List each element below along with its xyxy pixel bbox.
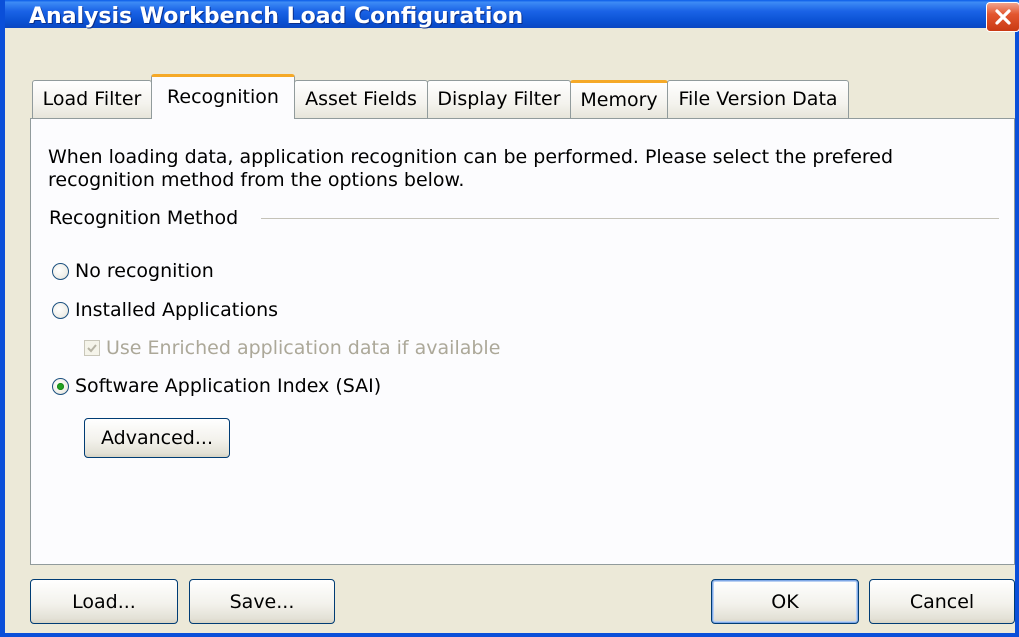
tab-label: File Version Data bbox=[678, 88, 838, 110]
close-button[interactable] bbox=[986, 2, 1019, 32]
tab-asset-fields[interactable]: Asset Fields bbox=[294, 80, 428, 118]
tab-label: Memory bbox=[580, 89, 658, 111]
tab-display-filter[interactable]: Display Filter bbox=[427, 80, 571, 118]
load-button-label: Load... bbox=[72, 590, 136, 613]
checkbox-icon[interactable] bbox=[84, 340, 100, 356]
group-label: Recognition Method bbox=[49, 207, 239, 229]
radio-no-recognition[interactable]: No recognition bbox=[52, 260, 214, 282]
close-icon bbox=[993, 7, 1013, 27]
tab-label: Asset Fields bbox=[305, 88, 417, 110]
tab-recognition[interactable]: Recognition bbox=[151, 74, 295, 119]
group-divider bbox=[261, 218, 999, 219]
radio-sai[interactable]: Software Application Index (SAI) bbox=[52, 375, 381, 397]
radio-installed-applications[interactable]: Installed Applications bbox=[52, 299, 278, 321]
checkbox-label: Use Enriched application data if availab… bbox=[106, 337, 501, 359]
ok-button[interactable]: OK bbox=[711, 579, 859, 624]
tab-memory[interactable]: Memory bbox=[570, 80, 668, 118]
tab-file-version-data[interactable]: File Version Data bbox=[667, 80, 849, 118]
radio-label: No recognition bbox=[75, 260, 214, 282]
tab-label: Load Filter bbox=[42, 88, 142, 110]
load-button[interactable]: Load... bbox=[30, 579, 178, 624]
tab-load-filter[interactable]: Load Filter bbox=[32, 80, 152, 118]
cancel-button-label: Cancel bbox=[909, 590, 975, 613]
recognition-panel: When loading data, application recogniti… bbox=[30, 118, 1015, 565]
ok-button-label: OK bbox=[771, 590, 799, 613]
cancel-button[interactable]: Cancel bbox=[869, 579, 1015, 624]
radio-icon[interactable] bbox=[52, 301, 69, 319]
radio-icon[interactable] bbox=[52, 262, 69, 280]
radio-label: Software Application Index (SAI) bbox=[75, 375, 382, 397]
intro-text: When loading data, application recogniti… bbox=[48, 146, 894, 191]
tab-label: Display Filter bbox=[437, 88, 561, 110]
advanced-button[interactable]: Advanced... bbox=[84, 418, 230, 458]
window-title: Analysis Workbench Load Configuration bbox=[29, 4, 524, 29]
title-bar[interactable]: Analysis Workbench Load Configuration bbox=[5, 0, 1019, 29]
radio-label: Installed Applications bbox=[75, 299, 279, 321]
radio-icon[interactable] bbox=[52, 377, 69, 395]
tab-label: Recognition bbox=[167, 86, 279, 108]
enriched-data-checkbox[interactable]: Use Enriched application data if availab… bbox=[84, 337, 500, 359]
save-button[interactable]: Save... bbox=[189, 579, 335, 624]
checkmark-icon bbox=[87, 344, 97, 353]
advanced-button-label: Advanced... bbox=[101, 427, 213, 449]
save-button-label: Save... bbox=[229, 590, 295, 613]
dialog-window: Analysis Workbench Load Configuration Lo… bbox=[0, 0, 1019, 637]
